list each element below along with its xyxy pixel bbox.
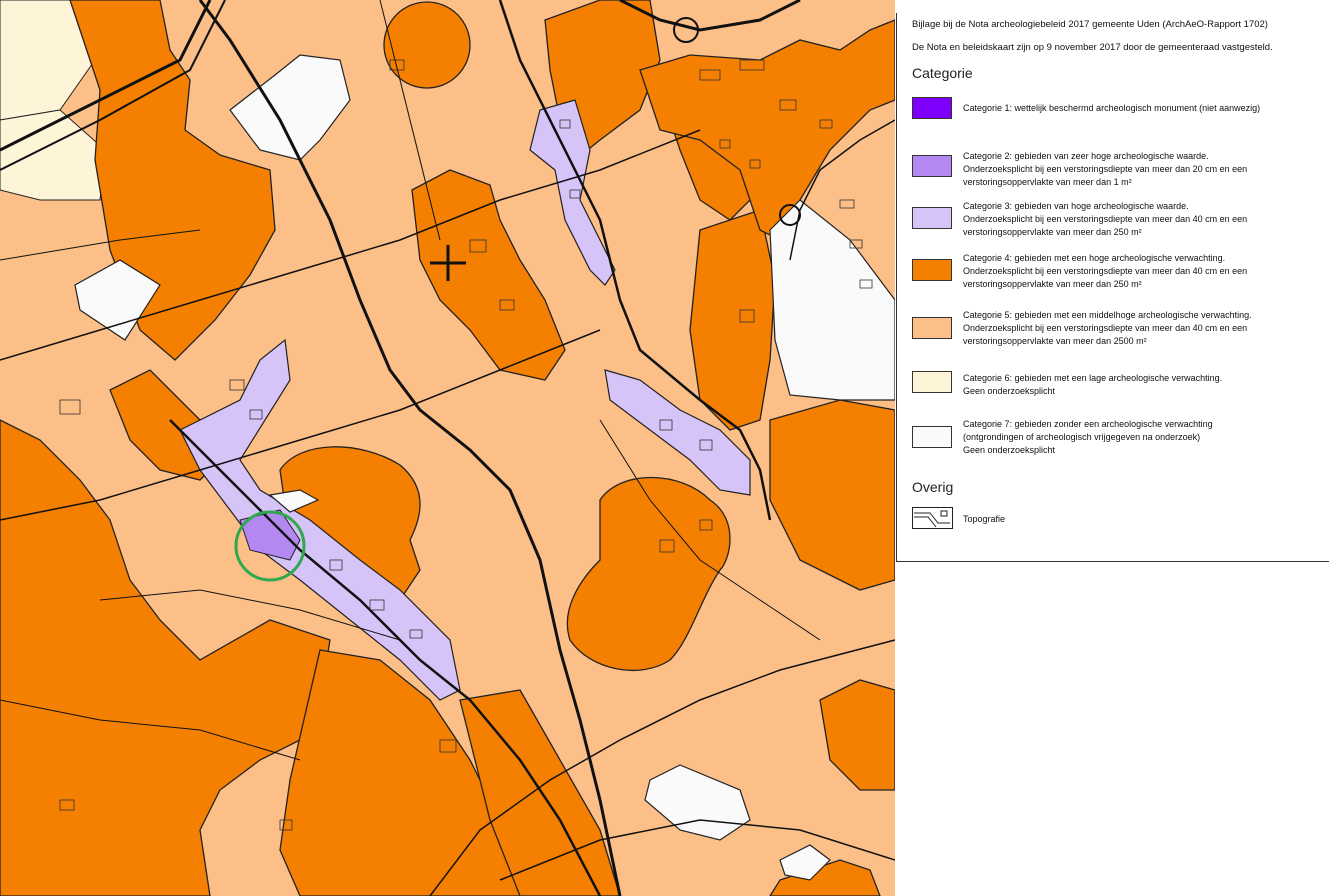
overig-heading: Overig bbox=[912, 479, 954, 495]
swatch-categorie-3 bbox=[912, 207, 952, 229]
legend-item-categorie-6: Categorie 6: gebieden met een lage arche… bbox=[963, 373, 1223, 396]
swatch-categorie-6 bbox=[912, 371, 952, 393]
legend-item-categorie-7: Categorie 7: gebieden zonder een archeol… bbox=[963, 419, 1213, 455]
legend-item-categorie-4: Categorie 4: gebieden met een hoge arche… bbox=[963, 253, 1248, 289]
legend-item-topografie: Topografie bbox=[963, 514, 1006, 524]
legend-item-categorie-3: Categorie 3: gebieden van hoge archeolog… bbox=[963, 201, 1248, 237]
legend-intro-line-2: De Nota en beleidskaart zijn op 9 novemb… bbox=[912, 42, 1273, 53]
swatch-categorie-5 bbox=[912, 317, 952, 339]
topografie-symbol-icon bbox=[912, 507, 953, 529]
swatch-categorie-7 bbox=[912, 426, 952, 448]
legend-item-categorie-2: Categorie 2: gebieden van zeer hoge arch… bbox=[963, 151, 1248, 187]
legend-item-categorie-5: Categorie 5: gebieden met een middelhoge… bbox=[963, 310, 1252, 346]
swatch-categorie-2 bbox=[912, 155, 952, 177]
swatch-categorie-4 bbox=[912, 259, 952, 281]
categorie-heading: Categorie bbox=[912, 65, 973, 81]
swatch-categorie-1 bbox=[912, 97, 952, 119]
archaeology-map[interactable] bbox=[0, 0, 895, 896]
legend-item-categorie-1: Categorie 1: wettelijk beschermd archeol… bbox=[963, 103, 1261, 113]
legend-intro-line-1: Bijlage bij de Nota archeologiebeleid 20… bbox=[912, 19, 1268, 30]
map-legend: Bijlage bij de Nota archeologiebeleid 20… bbox=[896, 13, 1329, 562]
